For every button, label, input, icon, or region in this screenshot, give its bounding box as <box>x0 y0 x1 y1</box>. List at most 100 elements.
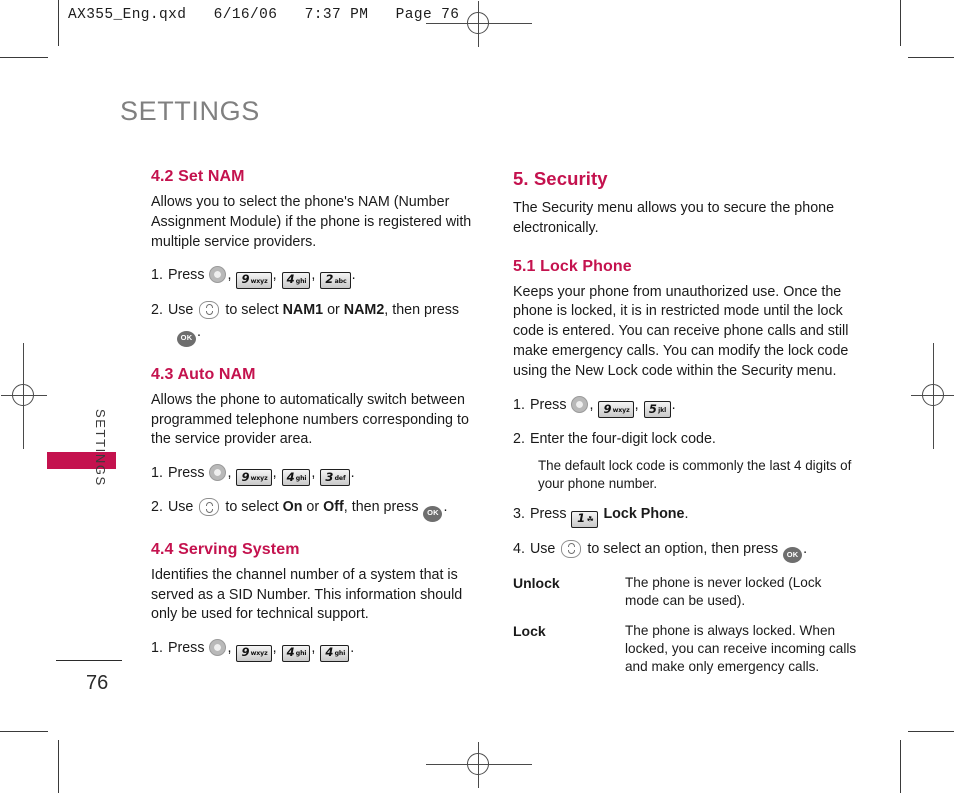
period-5: . <box>350 640 355 657</box>
manual-page: AX355_Eng.qxd 6/16/06 7:37 PM Page 76 SE… <box>0 0 954 793</box>
keypad-key-9: 9 wxyz <box>236 469 272 487</box>
option-definition-list: Unlock The phone is never locked (Lock m… <box>513 574 858 676</box>
option-nam2: NAM2 <box>343 301 385 318</box>
section-body-4-3: Allows the phone to automatically switch… <box>151 391 469 448</box>
registration-mark-left <box>1 343 47 449</box>
section-heading-4-3: 4.3 Auto NAM <box>151 365 256 383</box>
crop-mark-top-right-horizontal <box>908 57 954 58</box>
keypad-key-9: 9 wxyz <box>236 271 272 289</box>
registration-mark-right <box>911 343 954 449</box>
comma-6: , <box>311 465 316 482</box>
step-number: 1. <box>151 267 163 284</box>
step-verb: Use <box>167 301 194 318</box>
option-nam1: NAM1 <box>282 301 324 318</box>
step-verb: Use <box>167 499 194 516</box>
period-8: . <box>803 540 808 557</box>
right-column: 5. Security The Security menu allows you… <box>513 168 858 687</box>
step-text: Enter the four-digit lock code. <box>529 430 716 447</box>
comma-11: , <box>634 396 639 413</box>
step-text-to-select: to select <box>225 499 279 516</box>
option-on: On <box>282 499 303 516</box>
definition-row-lock: Lock The phone is always locked. When lo… <box>513 622 858 677</box>
then-press-text: , then press <box>384 301 459 318</box>
ok-key-icon: OK <box>423 505 443 522</box>
comma-1: , <box>227 267 232 284</box>
step-4-2-1: 1. Press , 9 wxyz, 4 ghi, 2 abc. <box>151 265 481 289</box>
keypad-key-9: 9 wxyz <box>598 400 634 418</box>
then-press-text: , then press <box>343 499 419 516</box>
step-verb: Press <box>529 506 567 523</box>
crop-mark-bottom-right-vertical <box>900 740 901 793</box>
comma-4: , <box>227 465 232 482</box>
period-1: . <box>351 267 356 284</box>
menu-key-icon <box>571 395 589 413</box>
menu-item-lock-phone: Lock Phone <box>603 506 685 523</box>
step-verb: Use <box>529 540 556 557</box>
menu-key-icon <box>209 266 227 284</box>
step-5-1-2: 2. Enter the four-digit lock code. <box>513 429 858 450</box>
step-5-1-4: 4. Use to select an option, then press O… <box>513 539 858 564</box>
menu-key-icon <box>209 464 227 482</box>
comma-3: , <box>311 267 316 284</box>
step-number: 1. <box>513 396 525 413</box>
menu-key-icon <box>209 639 227 657</box>
comma-5: , <box>272 465 277 482</box>
comma-9: , <box>311 640 316 657</box>
period-2: . <box>197 324 201 341</box>
keypad-key-4-second: 4 ghi <box>320 644 350 662</box>
crop-mark-top-right-vertical <box>900 0 901 46</box>
file-header-strip: AX355_Eng.qxd 6/16/06 7:37 PM Page 76 <box>68 7 460 23</box>
keypad-key-4: 4 ghi <box>281 644 311 662</box>
conjunction-or: or <box>327 301 340 318</box>
page-number-rule <box>56 660 122 661</box>
crop-mark-top-left-horizontal <box>0 57 48 58</box>
section-heading-4-2: 4.2 Set NAM <box>151 168 245 185</box>
section-body-4-2: Allows you to select the phone's NAM (Nu… <box>151 194 472 250</box>
option-off: Off <box>323 499 344 516</box>
crop-mark-bottom-right-horizontal <box>908 731 954 732</box>
period-7: . <box>684 506 689 523</box>
step-number: 4. <box>513 540 525 557</box>
step-5-1-3: 3. Press 1 ☘ Lock Phone. <box>513 504 858 528</box>
step-number: 2. <box>151 499 163 516</box>
step-4-4-1: 1. Press , 9 wxyz, 4 ghi, 4 ghi. <box>151 638 481 662</box>
page-title: SETTINGS <box>120 96 260 126</box>
crop-mark-bottom-left-horizontal <box>0 731 48 732</box>
step-number: 2. <box>513 430 525 447</box>
step-number: 3. <box>513 506 525 523</box>
section-heading-5-1: 5.1 Lock Phone <box>513 257 632 275</box>
registration-mark-bottom <box>426 742 532 788</box>
step-verb: Press <box>167 640 205 657</box>
section-body-5-1: Keeps your phone from unauthorized use. … <box>513 283 849 379</box>
period-3: . <box>350 465 355 482</box>
definition-term: Unlock <box>513 575 560 592</box>
comma-8: , <box>272 640 277 657</box>
keypad-key-4: 4 ghi <box>281 271 311 289</box>
keypad-key-5: 5 jkl <box>643 400 671 418</box>
left-column: 4.2 Set NAM Allows you to select the pho… <box>151 168 481 673</box>
section-body-4-4: Identifies the channel number of a syste… <box>151 566 463 623</box>
step-verb: Press <box>529 396 567 413</box>
step-4-2-2: 2. Use to select NAM1 or NAM2, then press… <box>151 300 481 347</box>
conjunction-or: or <box>306 499 320 516</box>
keypad-key-9: 9 wxyz <box>236 644 272 662</box>
page-number: 76 <box>86 672 109 694</box>
navigation-key-icon <box>561 539 582 558</box>
sidebar-tab-label: SETTINGS <box>93 409 108 487</box>
step-4-3-2: 2. Use to select On or Off, then press O… <box>151 497 481 522</box>
keypad-key-2: 2 abc <box>320 271 351 289</box>
definition-term: Lock <box>513 622 546 639</box>
keypad-key-1: 1 ☘ <box>571 510 599 528</box>
definition-description: The phone is always locked. When locked,… <box>625 622 857 674</box>
section-body-5: The Security menu allows you to secure t… <box>513 200 835 236</box>
definition-description: The phone is never locked (Lock mode can… <box>625 575 822 609</box>
step-text-to-select: to select <box>225 301 279 318</box>
step-5-1-1: 1. Press , 9 wxyz, 5 jkl. <box>513 395 858 418</box>
crop-mark-top-left-vertical <box>58 0 59 46</box>
step-verb: Press <box>167 267 205 284</box>
period-4: . <box>443 499 448 516</box>
keypad-key-4: 4 ghi <box>281 469 311 487</box>
section-heading-4-4: 4.4 Serving System <box>151 540 300 558</box>
comma-10: , <box>589 396 594 413</box>
crop-mark-bottom-left-vertical <box>58 740 59 793</box>
